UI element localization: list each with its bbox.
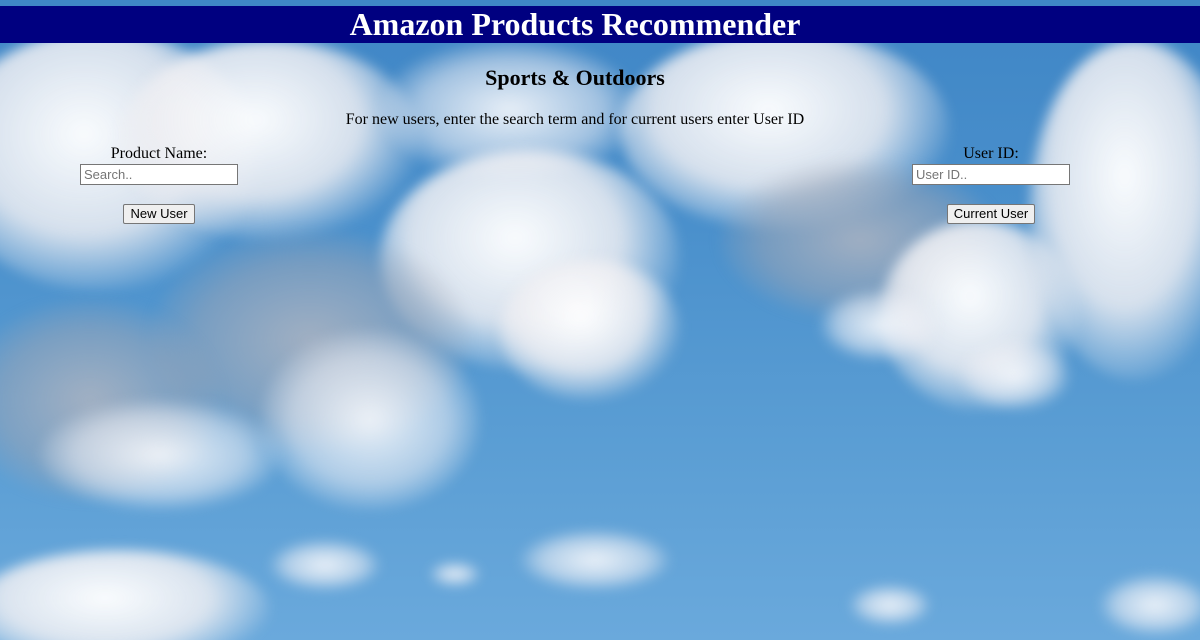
product-search-input[interactable]: [80, 164, 238, 185]
sky-background: [0, 0, 1200, 640]
cloud: [850, 585, 930, 625]
new-user-button[interactable]: New User: [123, 204, 195, 224]
app-title: Amazon Products Recommender: [349, 6, 801, 42]
instructions-text: For new users, enter the search term and…: [345, 111, 805, 128]
cloud: [0, 550, 270, 640]
cloud: [430, 562, 480, 586]
cloud: [520, 530, 670, 590]
current-user-button[interactable]: Current User: [946, 204, 1036, 224]
cloud: [1100, 575, 1200, 635]
category-title: Sports & Outdoors: [485, 65, 665, 90]
cloud: [500, 260, 680, 400]
cloud: [960, 340, 1070, 410]
new-user-form: Product Name: New User: [79, 145, 239, 224]
cloud: [820, 290, 940, 360]
cloud: [260, 330, 480, 510]
product-name-label: Product Name:: [110, 145, 208, 162]
cloud: [40, 400, 280, 510]
current-user-form: User ID: Current User: [911, 145, 1071, 224]
user-id-label: User ID:: [963, 145, 1019, 162]
user-id-input[interactable]: [912, 164, 1070, 185]
cloud: [270, 540, 380, 590]
